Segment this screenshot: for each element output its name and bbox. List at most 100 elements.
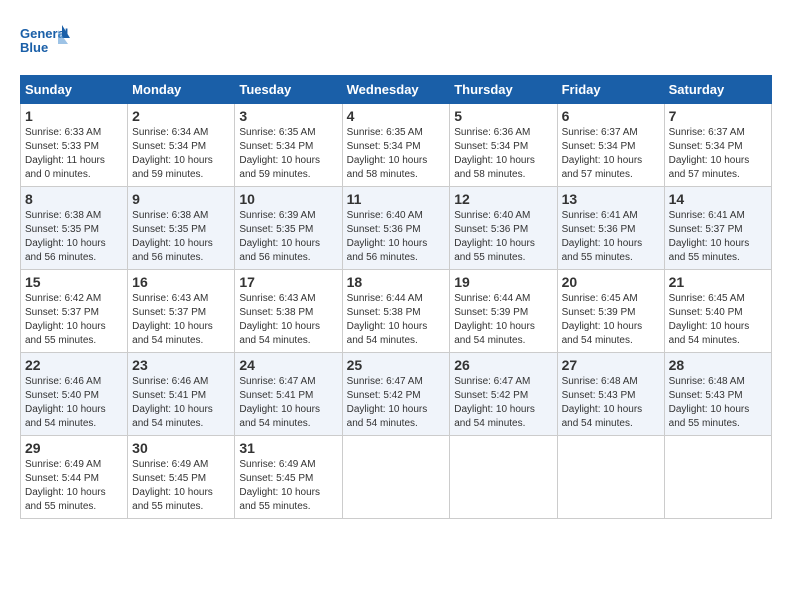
day-info: Sunrise: 6:49 AMSunset: 5:44 PMDaylight:…: [25, 458, 123, 514]
day-info: Sunrise: 6:49 AMSunset: 5:45 PMDaylight:…: [132, 458, 230, 514]
day-info: Sunrise: 6:44 AMSunset: 5:39 PMDaylight:…: [454, 292, 552, 348]
day-number: 15: [25, 274, 123, 290]
day-number: 20: [562, 274, 660, 290]
day-number: 22: [25, 357, 123, 373]
day-number: 23: [132, 357, 230, 373]
day-cell-30: 30 Sunrise: 6:49 AMSunset: 5:45 PMDaylig…: [128, 436, 235, 519]
day-cell-9: 9 Sunrise: 6:38 AMSunset: 5:35 PMDayligh…: [128, 187, 235, 270]
day-info: Sunrise: 6:34 AMSunset: 5:34 PMDaylight:…: [132, 126, 230, 182]
day-number: 3: [239, 108, 337, 124]
day-cell-29: 29 Sunrise: 6:49 AMSunset: 5:44 PMDaylig…: [21, 436, 128, 519]
svg-text:Blue: Blue: [20, 40, 48, 55]
day-info: Sunrise: 6:48 AMSunset: 5:43 PMDaylight:…: [669, 375, 767, 431]
day-info: Sunrise: 6:36 AMSunset: 5:34 PMDaylight:…: [454, 126, 552, 182]
day-number: 1: [25, 108, 123, 124]
empty-cell: [342, 436, 450, 519]
empty-cell: [557, 436, 664, 519]
day-cell-26: 26 Sunrise: 6:47 AMSunset: 5:42 PMDaylig…: [450, 353, 557, 436]
day-number: 30: [132, 440, 230, 456]
day-info: Sunrise: 6:45 AMSunset: 5:40 PMDaylight:…: [669, 292, 767, 348]
header-sunday: Sunday: [21, 76, 128, 104]
calendar-week-3: 15 Sunrise: 6:42 AMSunset: 5:37 PMDaylig…: [21, 270, 772, 353]
calendar-week-2: 8 Sunrise: 6:38 AMSunset: 5:35 PMDayligh…: [21, 187, 772, 270]
day-number: 26: [454, 357, 552, 373]
day-cell-27: 27 Sunrise: 6:48 AMSunset: 5:43 PMDaylig…: [557, 353, 664, 436]
day-number: 14: [669, 191, 767, 207]
day-cell-18: 18 Sunrise: 6:44 AMSunset: 5:38 PMDaylig…: [342, 270, 450, 353]
day-info: Sunrise: 6:42 AMSunset: 5:37 PMDaylight:…: [25, 292, 123, 348]
day-info: Sunrise: 6:41 AMSunset: 5:36 PMDaylight:…: [562, 209, 660, 265]
day-cell-3: 3 Sunrise: 6:35 AMSunset: 5:34 PMDayligh…: [235, 104, 342, 187]
day-cell-7: 7 Sunrise: 6:37 AMSunset: 5:34 PMDayligh…: [664, 104, 771, 187]
day-number: 12: [454, 191, 552, 207]
day-info: Sunrise: 6:44 AMSunset: 5:38 PMDaylight:…: [347, 292, 446, 348]
day-cell-6: 6 Sunrise: 6:37 AMSunset: 5:34 PMDayligh…: [557, 104, 664, 187]
day-number: 8: [25, 191, 123, 207]
day-cell-21: 21 Sunrise: 6:45 AMSunset: 5:40 PMDaylig…: [664, 270, 771, 353]
day-cell-11: 11 Sunrise: 6:40 AMSunset: 5:36 PMDaylig…: [342, 187, 450, 270]
day-number: 4: [347, 108, 446, 124]
day-info: Sunrise: 6:43 AMSunset: 5:38 PMDaylight:…: [239, 292, 337, 348]
day-cell-19: 19 Sunrise: 6:44 AMSunset: 5:39 PMDaylig…: [450, 270, 557, 353]
weekday-header-row: Sunday Monday Tuesday Wednesday Thursday…: [21, 76, 772, 104]
day-number: 16: [132, 274, 230, 290]
day-number: 9: [132, 191, 230, 207]
day-number: 24: [239, 357, 337, 373]
day-number: 18: [347, 274, 446, 290]
day-cell-13: 13 Sunrise: 6:41 AMSunset: 5:36 PMDaylig…: [557, 187, 664, 270]
day-info: Sunrise: 6:40 AMSunset: 5:36 PMDaylight:…: [347, 209, 446, 265]
day-number: 27: [562, 357, 660, 373]
day-number: 11: [347, 191, 446, 207]
day-cell-2: 2 Sunrise: 6:34 AMSunset: 5:34 PMDayligh…: [128, 104, 235, 187]
day-cell-14: 14 Sunrise: 6:41 AMSunset: 5:37 PMDaylig…: [664, 187, 771, 270]
day-cell-31: 31 Sunrise: 6:49 AMSunset: 5:45 PMDaylig…: [235, 436, 342, 519]
day-cell-5: 5 Sunrise: 6:36 AMSunset: 5:34 PMDayligh…: [450, 104, 557, 187]
day-cell-24: 24 Sunrise: 6:47 AMSunset: 5:41 PMDaylig…: [235, 353, 342, 436]
day-cell-4: 4 Sunrise: 6:35 AMSunset: 5:34 PMDayligh…: [342, 104, 450, 187]
day-info: Sunrise: 6:41 AMSunset: 5:37 PMDaylight:…: [669, 209, 767, 265]
day-info: Sunrise: 6:49 AMSunset: 5:45 PMDaylight:…: [239, 458, 337, 514]
day-number: 25: [347, 357, 446, 373]
day-cell-25: 25 Sunrise: 6:47 AMSunset: 5:42 PMDaylig…: [342, 353, 450, 436]
day-info: Sunrise: 6:43 AMSunset: 5:37 PMDaylight:…: [132, 292, 230, 348]
empty-cell: [450, 436, 557, 519]
day-info: Sunrise: 6:37 AMSunset: 5:34 PMDaylight:…: [669, 126, 767, 182]
header-friday: Friday: [557, 76, 664, 104]
logo-svg: General Blue: [20, 20, 70, 65]
calendar-week-4: 22 Sunrise: 6:46 AMSunset: 5:40 PMDaylig…: [21, 353, 772, 436]
day-info: Sunrise: 6:37 AMSunset: 5:34 PMDaylight:…: [562, 126, 660, 182]
day-info: Sunrise: 6:33 AMSunset: 5:33 PMDaylight:…: [25, 126, 123, 182]
day-number: 28: [669, 357, 767, 373]
header-saturday: Saturday: [664, 76, 771, 104]
day-cell-28: 28 Sunrise: 6:48 AMSunset: 5:43 PMDaylig…: [664, 353, 771, 436]
day-info: Sunrise: 6:45 AMSunset: 5:39 PMDaylight:…: [562, 292, 660, 348]
day-cell-22: 22 Sunrise: 6:46 AMSunset: 5:40 PMDaylig…: [21, 353, 128, 436]
calendar-table: Sunday Monday Tuesday Wednesday Thursday…: [20, 75, 772, 519]
day-number: 13: [562, 191, 660, 207]
day-info: Sunrise: 6:47 AMSunset: 5:42 PMDaylight:…: [454, 375, 552, 431]
day-info: Sunrise: 6:35 AMSunset: 5:34 PMDaylight:…: [239, 126, 337, 182]
day-cell-17: 17 Sunrise: 6:43 AMSunset: 5:38 PMDaylig…: [235, 270, 342, 353]
day-info: Sunrise: 6:47 AMSunset: 5:42 PMDaylight:…: [347, 375, 446, 431]
calendar-week-5: 29 Sunrise: 6:49 AMSunset: 5:44 PMDaylig…: [21, 436, 772, 519]
day-number: 17: [239, 274, 337, 290]
day-info: Sunrise: 6:38 AMSunset: 5:35 PMDaylight:…: [25, 209, 123, 265]
day-cell-16: 16 Sunrise: 6:43 AMSunset: 5:37 PMDaylig…: [128, 270, 235, 353]
day-info: Sunrise: 6:40 AMSunset: 5:36 PMDaylight:…: [454, 209, 552, 265]
empty-cell: [664, 436, 771, 519]
day-number: 6: [562, 108, 660, 124]
day-cell-20: 20 Sunrise: 6:45 AMSunset: 5:39 PMDaylig…: [557, 270, 664, 353]
calendar-week-1: 1 Sunrise: 6:33 AMSunset: 5:33 PMDayligh…: [21, 104, 772, 187]
day-number: 21: [669, 274, 767, 290]
day-number: 7: [669, 108, 767, 124]
day-number: 29: [25, 440, 123, 456]
day-info: Sunrise: 6:35 AMSunset: 5:34 PMDaylight:…: [347, 126, 446, 182]
day-info: Sunrise: 6:39 AMSunset: 5:35 PMDaylight:…: [239, 209, 337, 265]
day-info: Sunrise: 6:48 AMSunset: 5:43 PMDaylight:…: [562, 375, 660, 431]
header-monday: Monday: [128, 76, 235, 104]
day-cell-1: 1 Sunrise: 6:33 AMSunset: 5:33 PMDayligh…: [21, 104, 128, 187]
day-number: 2: [132, 108, 230, 124]
day-number: 19: [454, 274, 552, 290]
day-number: 31: [239, 440, 337, 456]
day-cell-23: 23 Sunrise: 6:46 AMSunset: 5:41 PMDaylig…: [128, 353, 235, 436]
